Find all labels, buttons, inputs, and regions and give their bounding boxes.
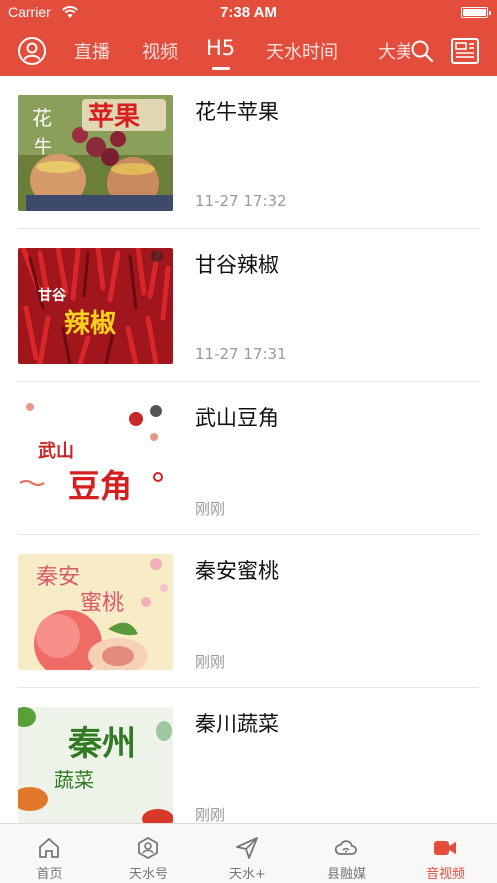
item-time: 刚刚: [195, 653, 226, 671]
list-item[interactable]: 花 牛 苹果 花牛苹果 11-27 17:32: [0, 76, 497, 229]
item-time: 11-27 17:31: [195, 345, 287, 363]
list-item[interactable]: 甘谷 辣椒 甘谷辣椒 11-27 17:31: [0, 229, 497, 382]
video-camera-icon: [434, 841, 456, 855]
tabbar-county-media[interactable]: 县融媒: [297, 824, 396, 883]
thumb-text: 花: [32, 106, 52, 130]
thumb-text: 武山: [38, 441, 74, 462]
item-title: 武山豆角: [195, 406, 279, 430]
thumb-text: 秦安: [36, 565, 80, 590]
item-title: 甘谷辣椒: [195, 253, 279, 277]
item-time: 刚刚: [195, 500, 226, 518]
thumbnail-peach: 秦安 蜜桃: [18, 554, 173, 670]
thumbnail-beans: 武山 豆角: [18, 401, 173, 517]
thumb-text: 苹果: [88, 102, 140, 132]
item-title: 秦安蜜桃: [195, 559, 279, 583]
active-tab-indicator: [212, 67, 230, 70]
search-icon[interactable]: [410, 39, 434, 63]
thumb-text: 豆角: [68, 467, 132, 505]
tab-h5[interactable]: H5: [206, 36, 235, 60]
channel-tabs: 直播 视频 H5 天水时间 大美: [60, 26, 410, 76]
thumb-text: 辣椒: [64, 308, 116, 339]
tabbar-tianshui-hao[interactable]: 天水号: [99, 824, 198, 883]
hexagon-user-icon: [138, 837, 158, 859]
item-time: 刚刚: [195, 806, 226, 823]
tabbar-label: 县融媒: [326, 867, 366, 882]
tab-tianshui-time[interactable]: 天水时间: [266, 38, 338, 64]
tabbar-label: 首页: [36, 867, 63, 882]
item-title: 秦川蔬菜: [195, 712, 279, 736]
thumbnail-chili: 甘谷 辣椒: [18, 248, 173, 364]
tabbar-label: 天水+: [229, 867, 266, 882]
item-title: 花牛苹果: [195, 100, 279, 124]
top-nav: 直播 视频 H5 天水时间 大美: [0, 26, 497, 76]
tab-video[interactable]: 视频: [142, 38, 178, 64]
list-item[interactable]: 武山 豆角 武山豆角 刚刚: [0, 382, 497, 535]
user-icon[interactable]: [17, 36, 47, 66]
tabbar-home[interactable]: 首页: [0, 824, 99, 883]
tabbar-label: 音视频: [425, 867, 465, 882]
status-bar: Carrier 7:38 AM: [0, 0, 497, 24]
battery-icon: [461, 7, 491, 18]
tabbar-audio-video[interactable]: 音视频: [396, 824, 495, 883]
thumb-text: 甘谷: [38, 287, 67, 304]
cloud-signal-icon: [334, 840, 357, 855]
bottom-tab-bar: 首页 天水号 天水+ 县融媒 音视频: [0, 823, 497, 883]
thumb-text: 牛: [34, 137, 52, 158]
tabbar-label: 天水号: [128, 867, 168, 882]
home-icon: [39, 838, 59, 858]
list-item[interactable]: 秦安 蜜桃 秦安蜜桃 刚刚: [0, 535, 497, 688]
content-list: 花 牛 苹果 花牛苹果 11-27 17:32 甘谷 辣椒 甘谷辣椒 11-27…: [0, 76, 497, 823]
thumb-text: 蜜桃: [80, 591, 124, 616]
thumbnail-vegetables: 秦州 蔬菜: [18, 707, 173, 823]
tabbar-tianshui-plus[interactable]: 天水+: [198, 824, 297, 883]
send-icon: [236, 837, 258, 859]
tab-live[interactable]: 直播: [74, 38, 110, 64]
thumb-text: 秦州: [67, 724, 136, 764]
thumb-text: 蔬菜: [54, 768, 94, 792]
thumbnail-apple: 花 牛 苹果: [18, 95, 173, 211]
tab-damei[interactable]: 大美: [378, 38, 410, 64]
news-icon[interactable]: [451, 38, 479, 64]
header: Carrier 7:38 AM 直播 视频 H5 天水时间 大美: [0, 0, 497, 76]
list-item[interactable]: 秦州 蔬菜 秦川蔬菜 刚刚: [0, 688, 497, 823]
clock: 7:38 AM: [220, 4, 277, 21]
item-time: 11-27 17:32: [195, 192, 287, 210]
